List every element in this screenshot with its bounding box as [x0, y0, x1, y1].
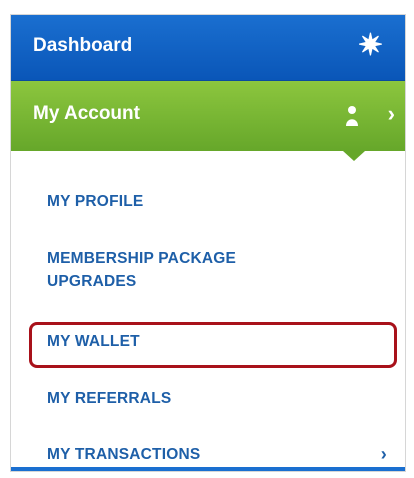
menu-item-label: MY PROFILE — [47, 193, 144, 210]
menu-item-my-transactions[interactable]: MY TRANSACTIONS › — [47, 443, 395, 466]
side-menu-panel: Dashboard ✷ My Account › MY PROFILE MEMB… — [10, 14, 406, 472]
my-account-nav-item[interactable]: My Account › — [11, 81, 405, 151]
menu-item-label-line1: MEMBERSHIP PACKAGE — [47, 250, 237, 267]
bottom-divider — [11, 467, 405, 471]
highlight-outline — [29, 322, 397, 368]
person-icon — [345, 105, 359, 127]
menu-item-label-line2: UPGRADES — [47, 273, 137, 290]
menu-item-my-profile[interactable]: MY PROFILE — [47, 190, 395, 213]
my-account-label: My Account — [33, 103, 140, 124]
menu-item-label: MY TRANSACTIONS — [47, 446, 201, 463]
dashboard-label: Dashboard — [33, 35, 133, 56]
menu-item-label: MY REFERRALS — [47, 390, 172, 407]
menu-item-membership-upgrades[interactable]: MEMBERSHIP PACKAGE UPGRADES — [47, 247, 395, 293]
chevron-right-icon[interactable]: › — [388, 103, 395, 125]
menu-item-my-referrals[interactable]: MY REFERRALS — [47, 387, 395, 410]
dashboard-nav-item[interactable]: Dashboard ✷ — [11, 15, 405, 81]
chevron-right-icon[interactable]: › — [381, 443, 387, 466]
gear-star-icon: ✷ — [357, 29, 383, 62]
submenu-pointer — [343, 151, 365, 161]
